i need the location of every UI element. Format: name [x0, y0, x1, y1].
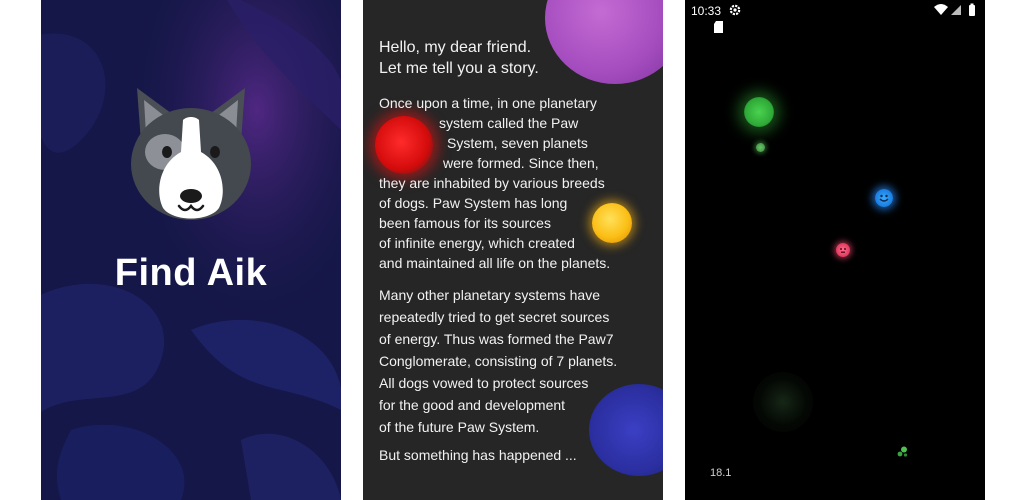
story-line: repeatedly tried to get secret sources — [379, 309, 610, 325]
story-line: of dogs. Paw System has long — [379, 195, 568, 211]
battery-icon — [969, 5, 975, 16]
status-right-icons — [933, 3, 979, 20]
app-title: Find Aik — [114, 252, 268, 294]
green-orb-large[interactable] — [744, 97, 774, 127]
husky-dog-icon — [131, 88, 251, 220]
story-line: system called the Paw — [439, 115, 579, 131]
story-line: Once upon a time, in one planetary — [379, 95, 597, 111]
story-line: of infinite energy, which created — [379, 235, 575, 251]
greeting-line: Hello, my dear friend. — [379, 39, 532, 56]
planet-red — [375, 116, 433, 174]
signal-icon — [951, 5, 961, 15]
story-line: they are inhabited by various breeds — [379, 175, 605, 191]
story-line: System, seven planets — [447, 135, 588, 151]
green-dot-cluster[interactable] — [896, 445, 910, 459]
planet-blue — [589, 384, 663, 476]
status-bar: 10:33 — [685, 0, 985, 33]
story-screen[interactable]: Hello, my dear friend. Let me tell you a… — [363, 0, 663, 500]
story-line: were formed. Since then, — [443, 155, 599, 171]
game-screen[interactable]: 10:33 18.1 — [685, 0, 985, 500]
planet-purple — [545, 0, 663, 84]
story-line: of the future Paw System. — [379, 419, 540, 435]
story-line: for the good and development — [379, 397, 566, 413]
story-line: of energy. Thus was formed the Paw7 — [379, 331, 614, 347]
splash-screen: Find Aik — [41, 0, 341, 500]
smiley-face-icon — [879, 194, 889, 202]
status-left-icons — [714, 3, 759, 37]
status-time: 10:33 — [691, 4, 722, 18]
blue-smiley-orb[interactable] — [875, 189, 893, 207]
sd-card-icon — [714, 21, 723, 33]
score-label: 18.1 — [710, 467, 732, 479]
story-greeting: Hello, my dear friend. Let me tell you a… — [379, 37, 539, 79]
story-line: and maintained all life on the planets. — [379, 255, 611, 271]
dim-haze-orb — [753, 372, 813, 432]
green-orb-small[interactable] — [756, 143, 765, 152]
pink-orb[interactable] — [836, 243, 850, 257]
story-line: All dogs vowed to protect sources — [379, 375, 589, 391]
settings-icon — [729, 4, 741, 16]
story-line: Many other planetary systems have — [379, 287, 600, 303]
nebula-background — [41, 0, 341, 500]
wifi-icon — [934, 3, 975, 16]
story-line: Conglomerate, consisting of 7 planets. — [379, 353, 618, 369]
pink-face-icon — [840, 248, 846, 253]
planet-yellow — [592, 203, 632, 243]
greeting-line: Let me tell you a story. — [379, 60, 539, 77]
story-line: been famous for its sources — [379, 215, 551, 231]
story-closing: But something has happened ... — [379, 447, 577, 463]
